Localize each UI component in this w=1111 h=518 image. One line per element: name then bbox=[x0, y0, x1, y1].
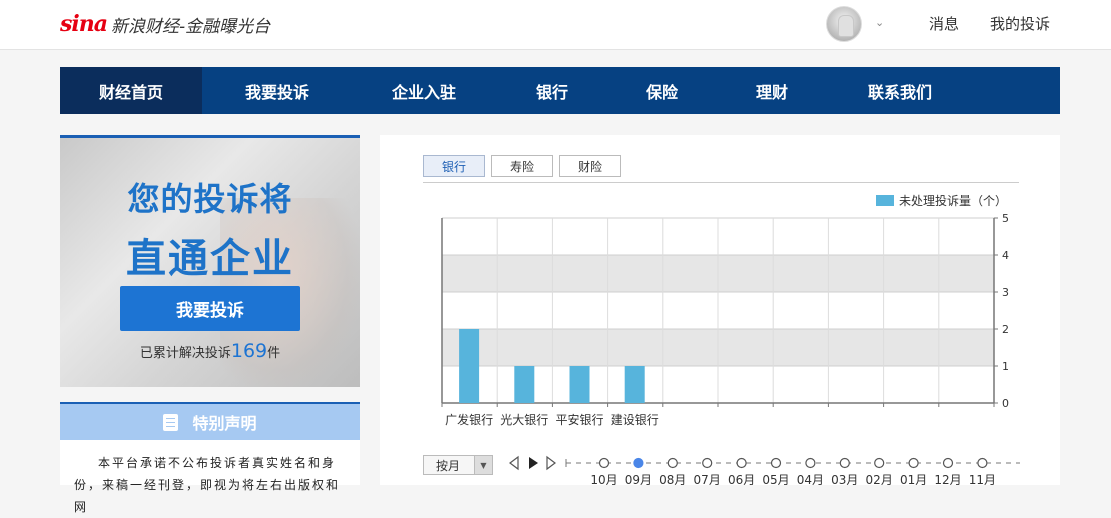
timeline-month-label: 08月 bbox=[659, 473, 686, 485]
timeline-node[interactable] bbox=[839, 457, 850, 469]
nav-item-finance-home[interactable]: 财经首页 bbox=[60, 67, 202, 114]
period-select-value: 按月 bbox=[436, 458, 461, 473]
timeline-node[interactable] bbox=[805, 457, 816, 469]
user-avatar[interactable] bbox=[826, 6, 862, 42]
timeline-month-label: 06月 bbox=[728, 473, 755, 485]
timeline-node[interactable] bbox=[977, 457, 988, 469]
tab-property-insurance[interactable]: 财险 bbox=[559, 155, 621, 177]
nav-item-enterprise[interactable]: 企业入驻 bbox=[352, 67, 496, 114]
main-nav: 财经首页 我要投诉 企业入驻 银行 保险 理财 联系我们 bbox=[60, 67, 1060, 114]
chart-tabs: 银行 寿险 财险 bbox=[423, 155, 621, 177]
special-notice: 特别声明 本平台承诺不公布投诉者真实姓名和身份，来稿一经刊登，即视为将左右出版权… bbox=[60, 402, 360, 514]
resolved-count-value: 169 bbox=[230, 340, 268, 362]
tabs-divider bbox=[423, 182, 1019, 183]
prev-icon bbox=[509, 455, 519, 471]
timeline-month-label: 07月 bbox=[694, 473, 721, 485]
resolved-count: 已累计解决投诉169件 bbox=[60, 340, 360, 362]
top-bar: sina 新浪财经-金融曝光台 ⌄ 消息 我的投诉 bbox=[0, 0, 1111, 50]
timeline-month-label: 11月 bbox=[969, 473, 996, 485]
site-title: 新浪财经-金融曝光台 bbox=[111, 16, 271, 37]
banner-headline-1: 您的投诉将 bbox=[127, 180, 293, 218]
timeline-month-label: 04月 bbox=[797, 473, 824, 485]
timeline-month-label: 01月 bbox=[900, 473, 927, 485]
complaint-bar-chart: 0 1 2 3 4 5 广发银行 光大银行 平安银行 建设银行 bbox=[441, 212, 1009, 427]
timeline-node[interactable] bbox=[770, 457, 782, 469]
messages-link[interactable]: 消息 bbox=[929, 13, 959, 34]
complain-button[interactable]: 我要投诉 bbox=[120, 286, 300, 331]
banner-headline-2: 直通企业 bbox=[126, 236, 294, 282]
nav-item-contact[interactable]: 联系我们 bbox=[828, 67, 972, 114]
period-select[interactable]: 按月 ▼ bbox=[423, 455, 493, 475]
y-tick-label: 1 bbox=[1002, 360, 1009, 373]
x-tick-label: 广发银行 bbox=[445, 412, 493, 427]
chevron-down-icon[interactable]: ⌄ bbox=[875, 16, 884, 29]
my-complaints-link[interactable]: 我的投诉 bbox=[990, 13, 1050, 34]
month-timeline: 10月 09月 08月 07月 06月 05月 04月 03月 02月 01月 12月 11月 bbox=[509, 455, 1020, 485]
x-tick-label: 建设银行 bbox=[611, 413, 659, 427]
y-tick-label: 2 bbox=[1002, 323, 1009, 336]
complaint-banner: 您的投诉将 直通企业 我要投诉 已累计解决投诉169件 bbox=[60, 135, 360, 387]
timeline-month-label: 03月 bbox=[831, 473, 858, 485]
timeline-month-label: 02月 bbox=[866, 473, 893, 485]
nav-item-insurance[interactable]: 保险 bbox=[608, 67, 716, 114]
play-icon bbox=[529, 457, 538, 469]
sina-logo: sina bbox=[60, 11, 108, 37]
timeline-node[interactable] bbox=[667, 457, 678, 469]
timeline-node[interactable] bbox=[736, 457, 747, 469]
notice-text: 本平台承诺不公布投诉者真实姓名和身份，来稿一经刊登，即视为将左右出版权和网 bbox=[74, 456, 341, 514]
resolved-count-prefix: 已累计解决投诉 bbox=[139, 346, 231, 361]
y-tick-label: 4 bbox=[1002, 249, 1009, 262]
x-tick-label: 平安银行 bbox=[555, 412, 603, 427]
y-tick-label: 3 bbox=[1002, 286, 1009, 299]
bar bbox=[459, 329, 480, 403]
x-tick-label: 光大银行 bbox=[500, 413, 548, 427]
timeline-month-label: 12月 bbox=[934, 473, 961, 485]
y-tick-label: 0 bbox=[1002, 397, 1009, 410]
timeline-node[interactable] bbox=[598, 457, 610, 469]
timeline-node[interactable] bbox=[702, 457, 713, 469]
notice-title: 特别声明 bbox=[192, 414, 257, 433]
nav-item-bank[interactable]: 银行 bbox=[496, 67, 608, 114]
document-icon bbox=[163, 413, 179, 431]
timeline-node[interactable] bbox=[908, 457, 919, 469]
tab-bank[interactable]: 银行 bbox=[423, 155, 485, 177]
chevron-down-icon: ▼ bbox=[474, 456, 492, 474]
notice-header: 特别声明 bbox=[60, 404, 360, 440]
site-logo[interactable]: sina 新浪财经-金融曝光台 bbox=[60, 10, 270, 38]
next-icon bbox=[546, 455, 556, 471]
bar bbox=[514, 366, 535, 403]
bar bbox=[624, 366, 645, 403]
timeline-month-label: 09月 bbox=[625, 473, 652, 485]
timeline-node[interactable] bbox=[633, 457, 644, 469]
timeline-month-label: 10月 bbox=[590, 473, 617, 485]
nav-item-wealth[interactable]: 理财 bbox=[716, 67, 828, 114]
bar bbox=[569, 366, 590, 403]
timeline-node[interactable] bbox=[874, 457, 885, 469]
timeline-month-label: 05月 bbox=[762, 473, 789, 485]
timeline-node[interactable] bbox=[942, 457, 954, 469]
chart-panel: 银行 寿险 财险 未处理投诉量（个） 0 1 2 3 4 5 广发银行 光大银行 平安银行 建设银… bbox=[380, 135, 1060, 485]
tab-life-insurance[interactable]: 寿险 bbox=[491, 155, 553, 177]
nav-item-complain[interactable]: 我要投诉 bbox=[202, 67, 352, 114]
resolved-count-suffix: 件 bbox=[267, 346, 281, 361]
y-tick-label: 5 bbox=[1002, 212, 1009, 225]
